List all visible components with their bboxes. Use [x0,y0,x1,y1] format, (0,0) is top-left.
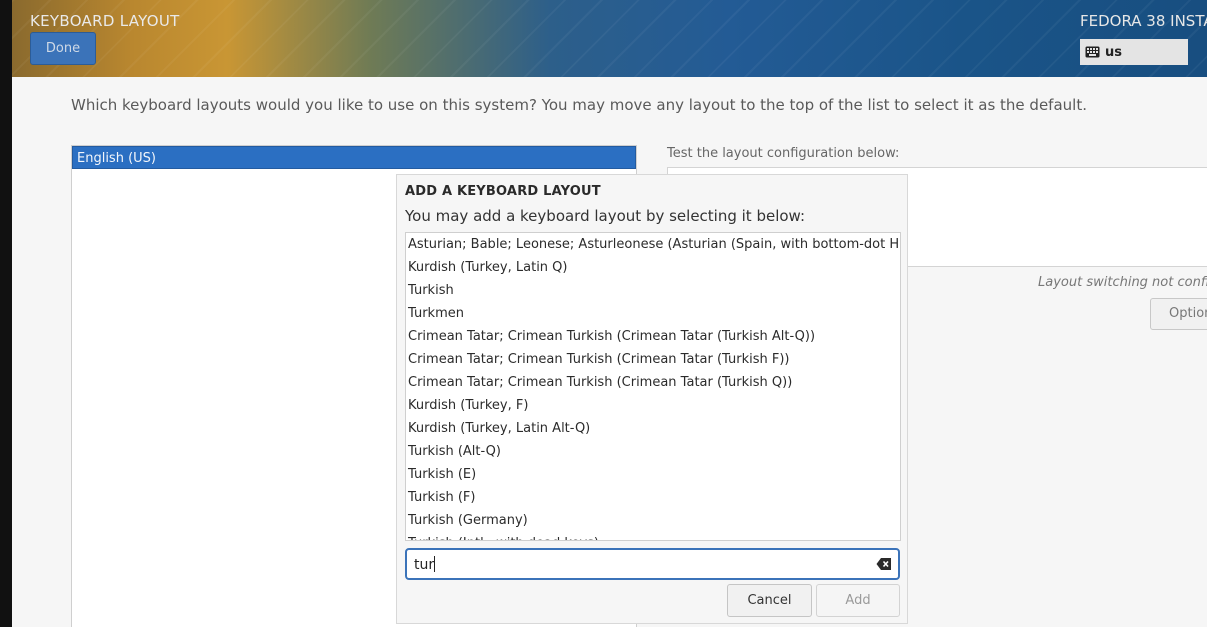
search-text: tur [414,556,436,573]
list-item[interactable]: Turkish (F) [406,486,900,509]
installer-title: FEDORA 38 INSTA [1080,12,1207,30]
list-item[interactable]: Kurdish (Turkey, F) [406,394,900,417]
layout-row[interactable]: English (US) [72,146,636,169]
available-layouts-list[interactable]: Asturian; Bable; Leonese; Asturleonese (… [405,232,901,541]
page-title: KEYBOARD LAYOUT [30,12,180,30]
options-button[interactable]: Option [1150,298,1207,330]
cancel-button[interactable]: Cancel [727,584,812,617]
list-item[interactable]: Crimean Tatar; Crimean Turkish (Crimean … [406,325,900,348]
list-item[interactable]: Kurdish (Turkey, Latin Q) [406,256,900,279]
layout-switching-note: Layout switching not configu [1038,275,1207,290]
layout-search-input[interactable]: tur [405,548,900,580]
keyboard-indicator[interactable]: us [1080,39,1188,65]
done-button[interactable]: Done [30,32,96,65]
search-value: tur [414,557,435,573]
dialog-title: ADD A KEYBOARD LAYOUT [405,184,601,199]
clear-search-icon[interactable] [876,557,892,571]
add-layout-dialog: ADD A KEYBOARD LAYOUT You may add a keyb… [396,174,908,624]
list-item[interactable]: Crimean Tatar; Crimean Turkish (Crimean … [406,348,900,371]
list-item[interactable]: Turkish (Alt-Q) [406,440,900,463]
text-caret [434,556,436,572]
list-item[interactable]: Crimean Tatar; Crimean Turkish (Crimean … [406,371,900,394]
dialog-subtitle: You may add a keyboard layout by selecti… [405,207,806,225]
list-item[interactable]: Turkish (Germany) [406,509,900,532]
header-bar: KEYBOARD LAYOUT Done FEDORA 38 INSTA us [12,0,1207,77]
header-texture [12,0,1207,77]
layout-question: Which keyboard layouts would you like to… [71,96,1087,114]
screen-edge [0,0,12,627]
list-item[interactable]: Asturian; Bable; Leonese; Asturleonese (… [406,233,900,256]
add-button[interactable]: Add [816,584,900,617]
keyboard-indicator-label: us [1105,44,1122,60]
test-label: Test the layout configuration below: [667,146,900,161]
list-item[interactable]: Turkmen [406,302,900,325]
keyboard-icon [1085,46,1100,58]
list-item[interactable]: Turkish (E) [406,463,900,486]
list-item[interactable]: Kurdish (Turkey, Latin Alt-Q) [406,417,900,440]
list-item[interactable]: Turkish (Intl., with dead keys) [406,532,900,540]
list-item[interactable]: Turkish [406,279,900,302]
